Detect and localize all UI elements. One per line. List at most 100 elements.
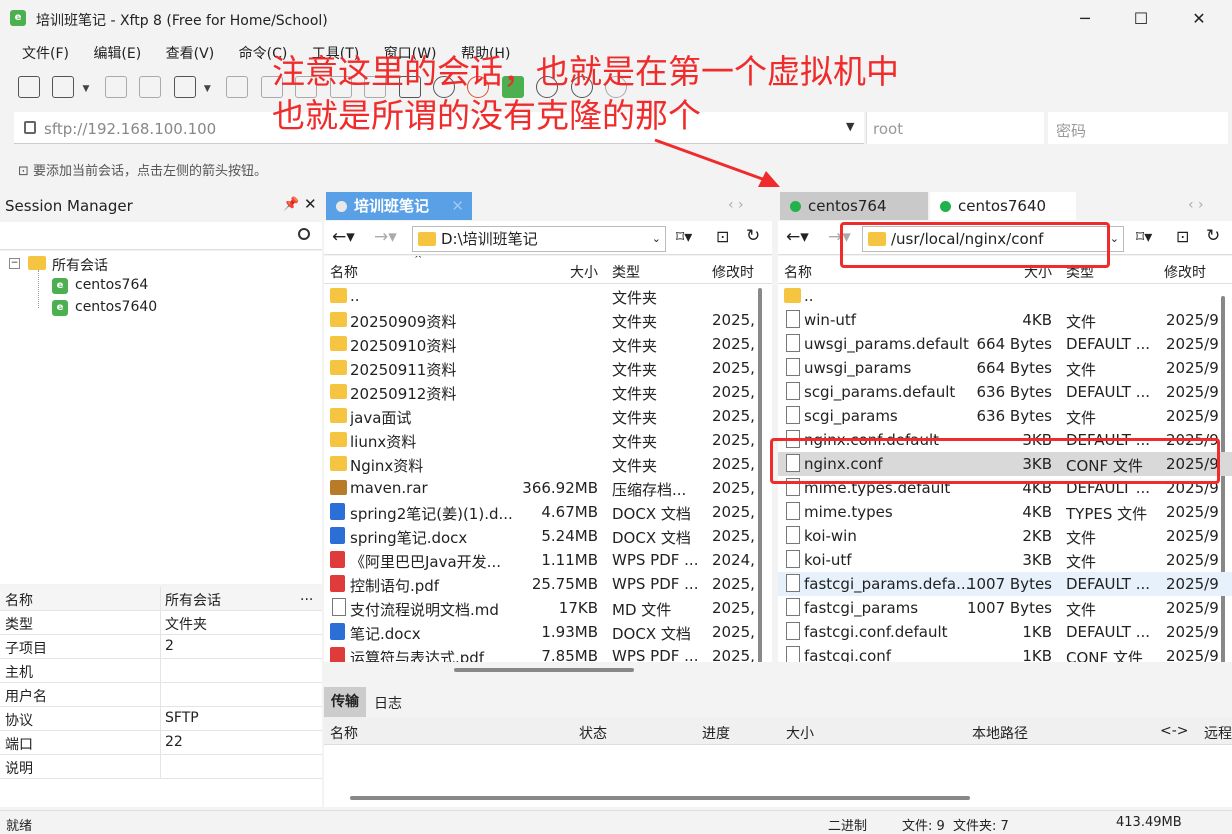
prop-key: 端口 xyxy=(5,737,33,753)
new-folder-icon[interactable]: ⊡ xyxy=(1176,227,1189,246)
col-modified[interactable]: 修改时 xyxy=(712,262,754,282)
file-date: 2025, xyxy=(712,311,755,329)
col-name[interactable]: 名称 xyxy=(784,262,812,282)
minimize-button[interactable]: ─ xyxy=(1062,6,1108,32)
scroll-tabs-left-icon[interactable]: ‹ › xyxy=(728,197,744,213)
file-row[interactable]: scgi_params.default 636 Bytes DEFAULT ... 2… xyxy=(778,380,1232,404)
more-button[interactable]: ... xyxy=(300,588,313,604)
transfer-mode[interactable]: 二进制 xyxy=(828,815,867,834)
file-row[interactable]: fastcgi_params.defa... 1007 Bytes DEFAULT … xyxy=(778,572,1232,596)
chevron-down-icon[interactable]: ⌄ xyxy=(1110,227,1119,251)
collapse-icon[interactable]: − xyxy=(9,258,20,269)
file-row[interactable]: fastcgi.conf.default 1KB DEFAULT ... 2025/9 xyxy=(778,620,1232,644)
file-row[interactable]: spring2笔记(姜)(1).d... 4.67MB DOCX 文档 2025, xyxy=(324,500,772,524)
file-row[interactable]: fastcgi_params 1007 Bytes 文件 2025/9 xyxy=(778,596,1232,620)
file-row[interactable]: uwsgi_params.default 664 Bytes DEFAULT ...… xyxy=(778,332,1232,356)
col-direction[interactable]: <-> xyxy=(1160,723,1189,739)
col-progress[interactable]: 进度 xyxy=(702,723,730,743)
refresh-icon[interactable]: ↻ xyxy=(746,226,760,246)
play-icon[interactable] xyxy=(226,76,249,98)
file-row[interactable]: scgi_params 636 Bytes 文件 2025/9 xyxy=(778,404,1232,428)
forward-icon[interactable]: →▾ xyxy=(374,227,397,247)
menu-edit[interactable]: 编辑(E) xyxy=(93,42,141,66)
file-name: 20250910资料 xyxy=(350,337,457,355)
file-row[interactable]: mime.types 4KB TYPES 文件 2025/9 xyxy=(778,500,1232,524)
file-row[interactable]: .. xyxy=(778,284,1232,308)
bookmark-icon[interactable]: ⌑▾ xyxy=(1136,227,1152,246)
col-name[interactable]: 名称 xyxy=(330,262,358,282)
search-icon[interactable] xyxy=(298,228,310,240)
menu-file[interactable]: 文件(F) xyxy=(22,42,69,66)
new-folder-icon[interactable]: ⊡ xyxy=(716,227,729,246)
tab-log[interactable]: 日志 xyxy=(374,693,402,713)
file-row[interactable]: 运算符与表达式.pdf 7.85MB WPS PDF ... 2025, xyxy=(324,644,772,662)
file-row[interactable]: 支付流程说明文档.md 17KB MD 文件 2025, xyxy=(324,596,772,620)
file-row[interactable]: maven.rar 366.92MB 压缩存档... 2025, xyxy=(324,476,772,500)
file-date: 2025, xyxy=(712,503,755,521)
col-local-path[interactable]: 本地路径 xyxy=(972,723,1028,743)
close-tab-icon[interactable]: ✕ xyxy=(451,192,464,220)
property-row: 端口 22 xyxy=(0,731,322,755)
session-item-centos764[interactable]: centos764 xyxy=(75,277,148,293)
tree-root-label[interactable]: 所有会话 xyxy=(52,255,108,275)
add-session-icon[interactable]: ⊡ xyxy=(18,164,33,179)
bookmark-icon[interactable]: ⌑▾ xyxy=(676,227,692,246)
menu-view[interactable]: 查看(V) xyxy=(166,42,215,66)
close-icon[interactable]: ✕ xyxy=(304,195,317,213)
chevron-down-icon[interactable]: ▼ xyxy=(204,78,212,100)
file-row[interactable]: 《阿里巴巴Java开发... 1.11MB WPS PDF ... 2024, xyxy=(324,548,772,572)
local-path-input[interactable]: D:\培训班笔记 ⌄ xyxy=(412,226,666,252)
maximize-button[interactable]: ☐ xyxy=(1118,6,1164,32)
tab-centos764[interactable]: centos764 xyxy=(780,192,928,220)
refresh-icon[interactable]: ↻ xyxy=(1206,226,1220,246)
file-row[interactable]: .. 文件夹 xyxy=(324,284,772,308)
tab-local-notes[interactable]: 培训班笔记 ✕ xyxy=(326,192,472,220)
chevron-down-icon[interactable]: ▼ xyxy=(82,78,90,100)
close-button[interactable]: ✕ xyxy=(1176,6,1222,32)
file-row[interactable]: liunx资料 文件夹 2025, xyxy=(324,428,772,452)
back-icon[interactable]: ←▾ xyxy=(332,227,355,247)
col-remote[interactable]: 远程 xyxy=(1204,723,1232,743)
open-folder-icon[interactable] xyxy=(52,76,75,98)
pin-icon[interactable]: 📌 xyxy=(283,197,299,212)
session-properties-icon[interactable] xyxy=(173,76,196,98)
tab-centos7640[interactable]: centos7640 xyxy=(930,192,1076,220)
file-row[interactable]: 20250911资料 文件夹 2025, xyxy=(324,356,772,380)
address-dropdown-icon[interactable]: ▼ xyxy=(846,120,854,133)
session-search-input[interactable] xyxy=(0,222,322,250)
col-modified[interactable]: 修改时 xyxy=(1164,262,1206,282)
tab-transfer[interactable]: 传输 xyxy=(324,687,366,717)
file-row[interactable]: koi-win 2KB 文件 2025/9 xyxy=(778,524,1232,548)
disconnect-icon[interactable] xyxy=(104,76,127,98)
session-item-centos7640[interactable]: centos7640 xyxy=(75,299,157,315)
file-row[interactable]: 控制语句.pdf 25.75MB WPS PDF ... 2025, xyxy=(324,572,772,596)
col-size[interactable]: 大小 xyxy=(570,262,598,282)
col-type[interactable]: 类型 xyxy=(612,262,640,282)
file-date: 2024, xyxy=(712,551,755,569)
address-input[interactable]: sftp://192.168.100.100 xyxy=(44,120,216,138)
transfer-scrollbar[interactable] xyxy=(350,796,970,800)
file-row[interactable]: uwsgi_params 664 Bytes 文件 2025/9 xyxy=(778,356,1232,380)
chevron-down-icon[interactable]: ⌄ xyxy=(652,227,661,251)
file-row[interactable]: 笔记.docx 1.93MB DOCX 文档 2025, xyxy=(324,620,772,644)
file-row[interactable]: win-utf 4KB 文件 2025/9 xyxy=(778,308,1232,332)
horizontal-scrollbar[interactable] xyxy=(454,668,634,672)
file-row[interactable]: spring笔记.docx 5.24MB DOCX 文档 2025, xyxy=(324,524,772,548)
new-session-icon[interactable] xyxy=(18,76,40,98)
status-text: 就绪 xyxy=(6,819,33,834)
file-row[interactable]: Nginx资料 文件夹 2025, xyxy=(324,452,772,476)
link-icon[interactable] xyxy=(139,76,162,98)
back-icon[interactable]: ←▾ xyxy=(786,227,809,247)
col-status[interactable]: 状态 xyxy=(579,723,607,743)
file-row[interactable]: fastcgi.conf 1KB CONF 文件 2025/9 xyxy=(778,644,1232,662)
col-size[interactable]: 大小 xyxy=(786,723,814,743)
col-name[interactable]: 名称 xyxy=(330,723,358,743)
file-row[interactable]: 20250912资料 文件夹 2025, xyxy=(324,380,772,404)
file-row[interactable]: 20250909资料 文件夹 2025, xyxy=(324,308,772,332)
file-type: 压缩存档... xyxy=(612,481,687,499)
file-row[interactable]: java面试 文件夹 2025, xyxy=(324,404,772,428)
total-size: 413.49MB xyxy=(1116,815,1182,830)
file-row[interactable]: koi-utf 3KB 文件 2025/9 xyxy=(778,548,1232,572)
file-row[interactable]: 20250910资料 文件夹 2025, xyxy=(324,332,772,356)
scroll-tabs-icon[interactable]: ‹ › xyxy=(1188,197,1204,213)
